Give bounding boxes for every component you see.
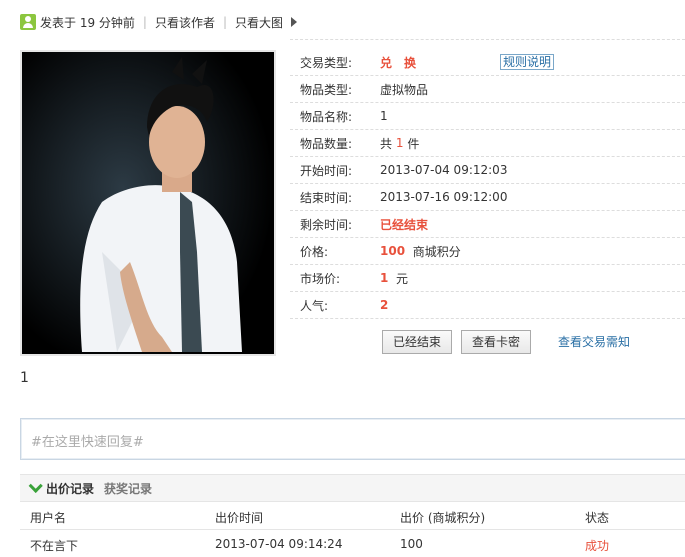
info-row-market-price: 市场价: 1 元 <box>290 265 685 292</box>
cell-bid-time: 2013-07-04 09:14:24 <box>215 537 343 551</box>
info-row-item-type: 物品类型: 虚拟物品 <box>290 76 685 103</box>
table-row: 不在言下 2013-07-04 09:14:24 100 成功 <box>20 531 685 557</box>
user-icon <box>20 14 36 30</box>
info-row-remaining: 剩余时间: 已经结束 <box>290 211 685 238</box>
posted-time: 发表于 19 分钟前 <box>40 15 135 30</box>
info-row-popularity: 人气: 2 <box>290 292 685 319</box>
info-row-item-name: 物品名称: 1 <box>290 103 685 130</box>
column-header-bid-time: 出价时间 <box>215 511 264 525</box>
column-header-username: 用户名 <box>30 511 67 525</box>
cell-status: 成功 <box>585 539 610 553</box>
view-card-button[interactable]: 查看卡密 <box>461 330 532 354</box>
ended-button[interactable]: 已经结束 <box>382 330 453 354</box>
item-info-table: 交易类型: 兑 换 物品类型: 虚拟物品 物品名称: 1 物品数量: 共 1 件… <box>290 49 685 319</box>
only-author-link[interactable]: 只看该作者 <box>155 14 215 31</box>
info-row-quantity: 物品数量: 共 1 件 <box>290 130 685 157</box>
arrow-down-right-icon <box>28 478 43 493</box>
column-header-status: 状态 <box>585 511 610 525</box>
separator: | <box>222 15 228 29</box>
cell-username: 不在言下 <box>30 539 79 553</box>
separator: | <box>142 15 147 29</box>
info-row-trade-type: 交易类型: 兑 换 <box>290 49 685 76</box>
rules-link[interactable]: 规则说明 <box>500 54 555 70</box>
divider <box>290 39 685 40</box>
info-row-end-time: 结束时间: 2013-07-16 09:12:00 <box>290 184 685 211</box>
cell-bid-amount: 100 <box>400 537 423 551</box>
tab-awards[interactable]: 获奖记录 <box>104 480 152 497</box>
info-row-price: 价格: 100 商城积分 <box>290 238 685 265</box>
tab-bids[interactable]: 出价记录 <box>46 480 94 497</box>
item-photo[interactable] <box>20 50 276 356</box>
trade-info-link[interactable]: 查看交易需知 <box>558 333 630 350</box>
post-content: 1 <box>20 370 29 386</box>
record-tabs: 出价记录 获奖记录 <box>20 474 685 502</box>
post-toolbar: 发表于 19 分钟前 | 只看该作者 | 只看大图 <box>20 12 298 32</box>
quick-reply-input[interactable]: #在这里快速回复# <box>20 418 685 460</box>
table-header: 用户名 出价时间 出价 (商城积分) 状态 <box>20 503 685 530</box>
column-header-bid-amount: 出价 (商城积分) <box>400 511 486 525</box>
play-triangle-icon[interactable] <box>291 17 298 27</box>
quick-reply-placeholder: #在这里快速回复# <box>31 435 144 450</box>
only-big-image-link[interactable]: 只看大图 <box>235 14 283 31</box>
info-row-start-time: 开始时间: 2013-07-04 09:12:03 <box>290 157 685 184</box>
